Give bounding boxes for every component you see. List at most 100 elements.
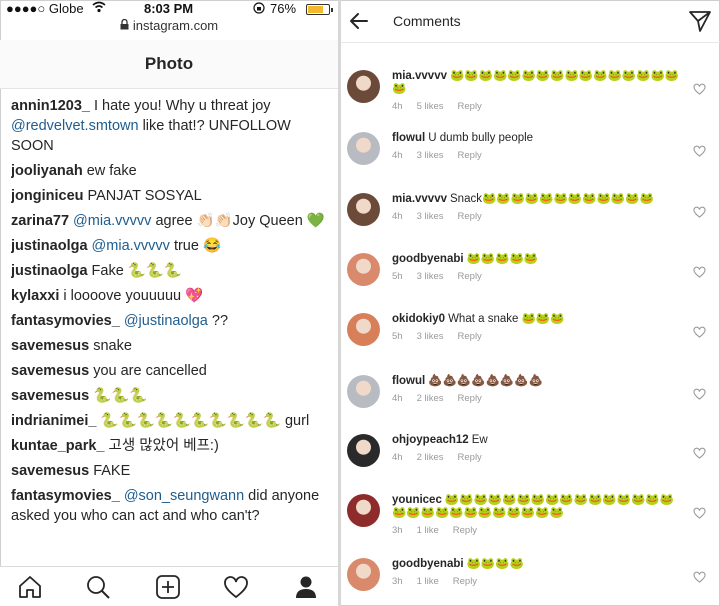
avatar[interactable] (347, 313, 380, 346)
comment-text: ew fake (86, 163, 137, 179)
avatar[interactable] (347, 434, 380, 467)
like-count[interactable]: 3 likes (417, 150, 444, 161)
comment-meta: 5h 3 likes Reply (392, 330, 682, 343)
comment-item: fantasymovies_ @justinaolga ?? (11, 311, 333, 331)
comment-username[interactable]: indrianimei_ (11, 413, 96, 429)
comment-text: 🐍🐍🐍 (93, 388, 148, 404)
comment-timestamp: 4h (392, 452, 403, 463)
like-heart-icon[interactable] (693, 570, 706, 588)
comment-list: annin1203_ I hate you! Why u threat joy @… (11, 96, 333, 568)
wifi-icon (92, 1, 106, 16)
comment-username[interactable]: savemesus (11, 363, 89, 379)
comment-meta: 3h 1 like Reply (392, 524, 682, 537)
like-heart-icon[interactable] (693, 446, 706, 464)
comment-meta: 4h 5 likes Reply (392, 100, 682, 113)
reply-button[interactable]: Reply (458, 452, 482, 463)
comment-username[interactable]: okidokiy0 (392, 313, 445, 325)
comment-username[interactable]: savemesus (11, 388, 89, 404)
reply-button[interactable]: Reply (458, 101, 482, 112)
comment-username[interactable]: zarina77 (11, 213, 69, 229)
reply-button[interactable]: Reply (458, 331, 482, 342)
like-count[interactable]: 2 likes (417, 452, 444, 463)
like-heart-icon[interactable] (693, 82, 706, 100)
reply-button[interactable]: Reply (458, 393, 482, 404)
like-heart-icon[interactable] (693, 387, 706, 405)
comment-username[interactable]: younicec (392, 494, 442, 506)
comment-username[interactable]: fantasymovies_ (11, 488, 120, 504)
like-count[interactable]: 5 likes (417, 101, 444, 112)
photo-panel: ●●●●○ Globe 8:03 PM 76% instagram.com Ph… (0, 0, 338, 606)
avatar[interactable] (347, 132, 380, 165)
comment-username[interactable]: savemesus (11, 338, 89, 354)
comment-timestamp: 4h (392, 150, 403, 161)
comment-text: snake (93, 338, 132, 354)
new-post-icon[interactable] (154, 573, 182, 601)
comment-text: Fake 🐍🐍🐍 (91, 263, 182, 279)
comment-body: ohjoypeach12 Ew 4h 2 likes Reply (392, 434, 682, 464)
comment-timestamp: 4h (392, 101, 403, 112)
like-heart-icon[interactable] (693, 265, 706, 283)
mention-link[interactable]: @mia.vvvvv (92, 238, 170, 254)
avatar[interactable] (347, 253, 380, 286)
avatar[interactable] (347, 558, 380, 591)
mention-link[interactable]: @justinaolga (124, 313, 208, 329)
comment-text: U dumb bully people (428, 132, 534, 144)
avatar[interactable] (347, 375, 380, 408)
like-count[interactable]: 1 like (417, 525, 439, 536)
like-count[interactable]: 3 likes (417, 211, 444, 222)
like-heart-icon[interactable] (693, 325, 706, 343)
profile-icon[interactable] (292, 573, 320, 601)
comment-username[interactable]: jonginiceu (11, 188, 84, 204)
avatar[interactable] (347, 70, 380, 103)
like-count[interactable]: 2 likes (417, 393, 444, 404)
comment-item: kuntae_park_ 고생 많았어 베프:) (11, 436, 333, 456)
comment-username[interactable]: mia.vvvvv (392, 70, 447, 82)
comment-meta: 4h 2 likes Reply (392, 451, 682, 464)
comment-username[interactable]: annin1203_ (11, 98, 90, 114)
like-count[interactable]: 3 likes (417, 271, 444, 282)
like-count[interactable]: 3 likes (417, 331, 444, 342)
comment-item: savemesus you are cancelled (11, 361, 333, 381)
comment-username[interactable]: justinaolga (11, 263, 88, 279)
comment-username[interactable]: justinaolga (11, 238, 88, 254)
comment-username[interactable]: flowul (392, 375, 425, 387)
mention-link[interactable]: @redvelvet.smtown (11, 118, 139, 134)
heart-icon[interactable] (222, 573, 250, 601)
reply-button[interactable]: Reply (458, 211, 482, 222)
comment-text: PANJAT SOSYAL (87, 188, 202, 204)
reply-button[interactable]: Reply (453, 525, 477, 536)
mention-link[interactable]: @son_seungwann (124, 488, 244, 504)
reply-button[interactable]: Reply (458, 150, 482, 161)
comment-username[interactable]: flowul (392, 132, 425, 144)
address-bar[interactable]: instagram.com (0, 18, 338, 33)
comment-username[interactable]: goodbyenabi (392, 558, 464, 570)
home-icon[interactable] (16, 573, 44, 601)
battery-icon (306, 4, 333, 15)
comment-line: mia.vvvvv Snack🐸🐸🐸🐸🐸🐸🐸🐸🐸🐸🐸🐸 (392, 193, 682, 206)
search-icon[interactable] (84, 573, 112, 601)
comment-username[interactable]: mia.vvvvv (392, 193, 447, 205)
comment-username[interactable]: jooliyanah (11, 163, 83, 179)
comment-username[interactable]: fantasymovies_ (11, 313, 120, 329)
comment-body: mia.vvvvv 🐸🐸🐸🐸🐸🐸🐸🐸🐸🐸🐸🐸🐸🐸🐸🐸🐸 4h 5 likes Reply (392, 70, 682, 113)
like-count[interactable]: 1 like (417, 576, 439, 587)
like-heart-icon[interactable] (693, 144, 706, 162)
avatar[interactable] (347, 494, 380, 527)
avatar[interactable] (347, 193, 380, 226)
comment-username[interactable]: kuntae_park_ (11, 438, 105, 454)
clock: 8:03 PM (144, 1, 194, 16)
comment-item: justinaolga Fake 🐍🐍🐍 (11, 261, 333, 281)
comment-username[interactable]: savemesus (11, 463, 89, 479)
like-heart-icon[interactable] (693, 205, 706, 223)
mention-link[interactable]: @mia.vvvvv (73, 213, 151, 229)
back-arrow-icon[interactable] (347, 9, 371, 38)
comment-username[interactable]: ohjoypeach12 (392, 434, 469, 446)
reply-button[interactable]: Reply (458, 271, 482, 282)
like-heart-icon[interactable] (693, 506, 706, 524)
battery-percent: 76% (270, 1, 297, 16)
send-icon[interactable] (688, 9, 712, 38)
comment-username[interactable]: goodbyenabi (392, 253, 464, 265)
comment-username[interactable]: kylaxxi (11, 288, 59, 304)
comment-line: younicec 🐸🐸🐸🐸🐸🐸🐸🐸🐸🐸🐸🐸🐸🐸🐸🐸🐸🐸🐸🐸🐸🐸🐸🐸🐸🐸🐸🐸 (392, 494, 682, 520)
reply-button[interactable]: Reply (453, 576, 477, 587)
